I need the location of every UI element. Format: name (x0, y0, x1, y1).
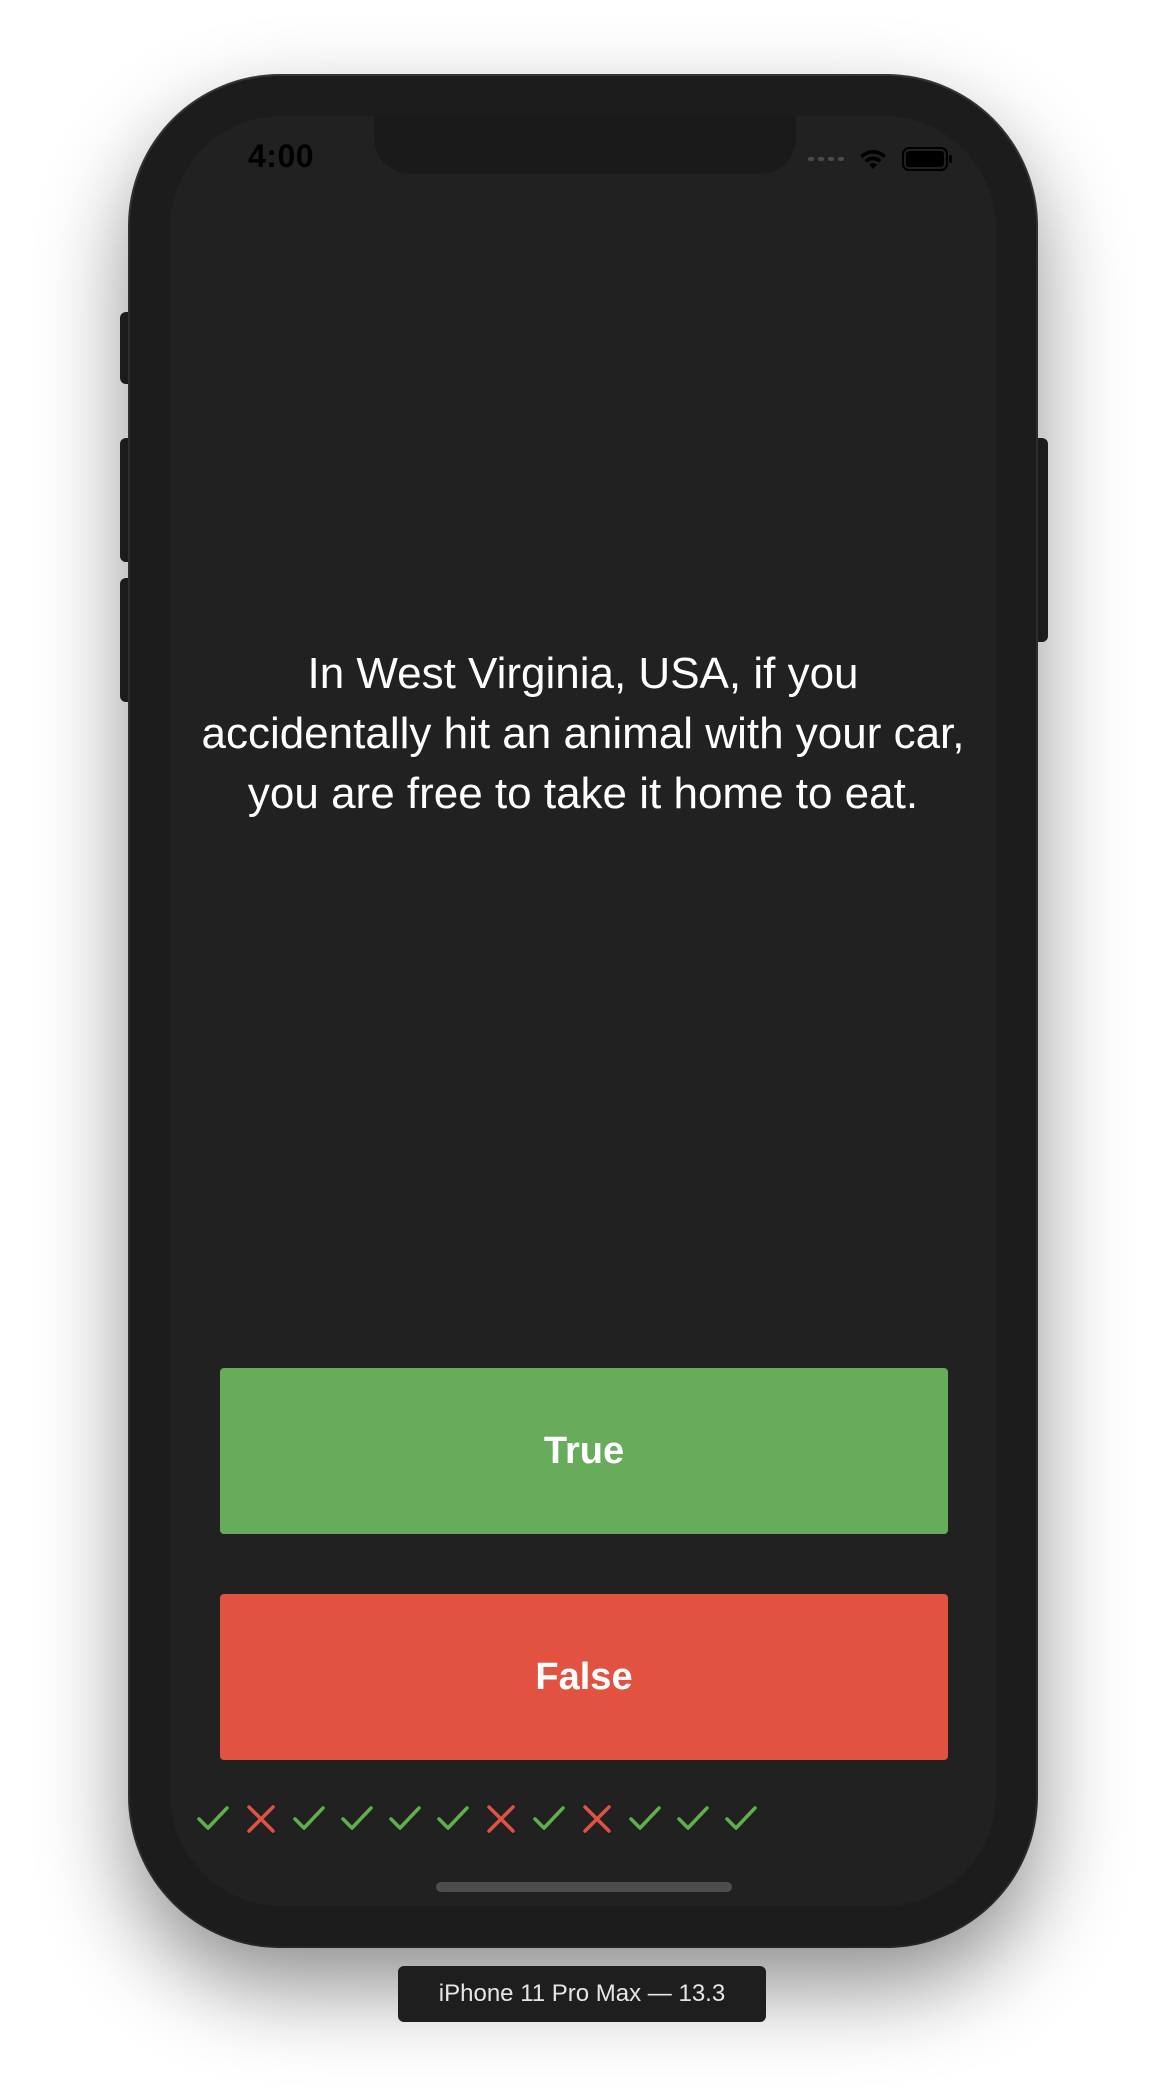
checkmark-icon (197, 1806, 229, 1830)
checkmark-icon (725, 1806, 757, 1830)
true-button-label: True (543, 1429, 625, 1472)
wifi-icon (860, 150, 886, 169)
cross-icon (487, 1805, 515, 1833)
false-button-label: False (535, 1655, 633, 1698)
checkmark-icon (629, 1806, 661, 1830)
cross-icon (247, 1805, 275, 1833)
question-text: In West Virginia, USA, if you accidental… (201, 649, 965, 818)
cross-icon (583, 1805, 611, 1833)
cellular-signal-icon (808, 157, 844, 161)
checkmark-icon (533, 1806, 565, 1830)
checkmark-icon (677, 1806, 709, 1830)
score-tracker (194, 1798, 760, 1838)
checkmark-icon (293, 1806, 325, 1830)
display-notch (374, 116, 796, 174)
home-indicator[interactable] (436, 1882, 732, 1892)
app-screen: 4:00 In West Virginia, USA, if you accid… (170, 116, 996, 1906)
simulator-stage: 4:00 In West Virginia, USA, if you accid… (0, 0, 1168, 2096)
status-time: 4:00 (248, 138, 315, 174)
battery-icon (902, 147, 952, 171)
checkmark-icon (389, 1806, 421, 1830)
status-icons (808, 144, 954, 174)
checkmark-icon (437, 1806, 469, 1830)
device-label-text: iPhone 11 Pro Max — 13.3 (438, 1980, 726, 2007)
false-button[interactable]: False (220, 1594, 948, 1760)
checkmark-icon (341, 1806, 373, 1830)
device-label: iPhone 11 Pro Max — 13.3 (398, 1966, 766, 2022)
true-button[interactable]: True (220, 1368, 948, 1534)
